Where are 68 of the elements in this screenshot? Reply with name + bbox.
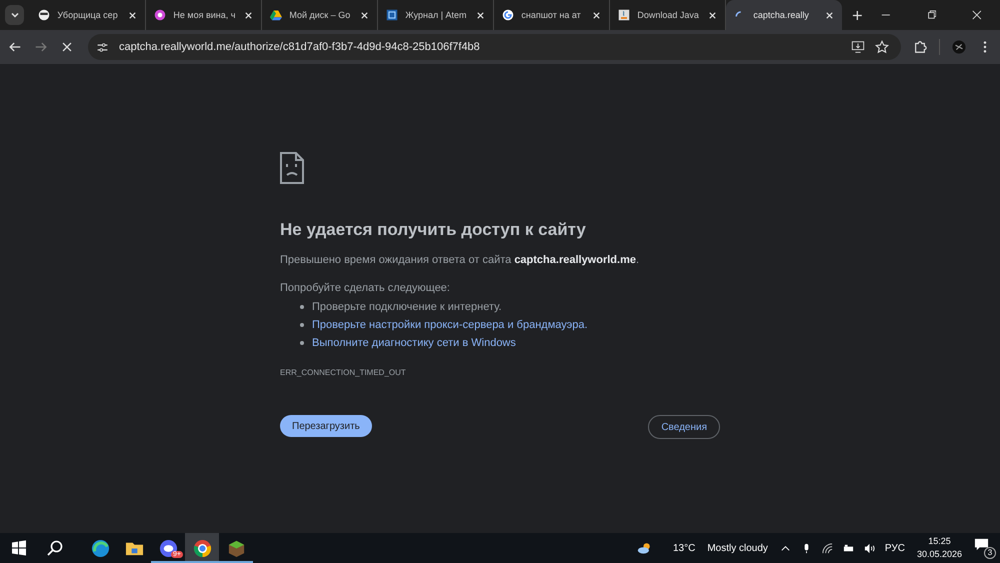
suggestions-title: Попробуйте сделать следующее: bbox=[280, 282, 451, 294]
chevron-down-icon bbox=[10, 10, 20, 20]
language-indicator[interactable]: РУС bbox=[884, 542, 905, 554]
triangle-icon bbox=[270, 9, 282, 21]
speaker-icon[interactable] bbox=[864, 542, 875, 554]
bullet-icon bbox=[300, 305, 304, 309]
java-icon bbox=[618, 9, 630, 21]
close-icon[interactable] bbox=[708, 10, 718, 20]
url-text: captcha.reallyworld.me/authorize/c81d7af0-f3b7-4d9d-94c8-25b106f7f4b8 bbox=[119, 41, 480, 53]
tab-title: Уборщица сер bbox=[57, 10, 119, 20]
avatar-icon bbox=[38, 9, 50, 21]
square-icon bbox=[386, 9, 398, 21]
back-icon[interactable] bbox=[8, 40, 22, 54]
new-tab-icon[interactable] bbox=[852, 10, 863, 20]
clock[interactable]: 15:25 30.05.2026 bbox=[916, 535, 962, 561]
wifi-icon[interactable] bbox=[822, 542, 833, 554]
notifications-button[interactable]: 3 bbox=[974, 537, 996, 559]
tab-title: Не моя вина, ч bbox=[173, 10, 236, 20]
close-icon[interactable] bbox=[592, 10, 602, 20]
search-icon[interactable] bbox=[47, 540, 63, 556]
battery-icon[interactable] bbox=[842, 542, 854, 554]
weather-condition[interactable]: Mostly cloudy bbox=[707, 542, 768, 554]
error-message: Превышено время ожидания ответа от сайта captcha.reallyworld.me. bbox=[280, 254, 640, 266]
message-icon bbox=[974, 537, 989, 552]
tab-title: captcha.really bbox=[753, 10, 810, 20]
site-settings-icon bbox=[96, 40, 109, 54]
details-button[interactable]: Сведения bbox=[648, 415, 720, 439]
puzzle-icon[interactable] bbox=[913, 40, 927, 54]
error-code: ERR_CONNECTION_TIMED_OUT bbox=[280, 368, 407, 377]
close-icon[interactable] bbox=[476, 10, 486, 20]
suggestion-link[interactable]: Проверьте настройки прокси-сервера и брандмауэра. bbox=[312, 319, 588, 331]
restore-icon[interactable] bbox=[926, 10, 936, 20]
taskbar-app[interactable] bbox=[185, 533, 219, 563]
weather-cloud-icon[interactable] bbox=[637, 540, 653, 556]
star-icon[interactable] bbox=[875, 40, 889, 54]
tab-title: Журнал | Atem bbox=[405, 10, 468, 20]
close-icon[interactable] bbox=[972, 10, 982, 20]
bullet-icon bbox=[300, 323, 304, 327]
tab-title: Download Java bbox=[637, 10, 700, 20]
tab-search-button[interactable] bbox=[5, 5, 24, 25]
flower-icon bbox=[154, 9, 166, 21]
temperature[interactable]: 13°C bbox=[673, 542, 696, 554]
suggestion-text: Проверьте подключение к интернету. bbox=[312, 301, 502, 313]
time: 15:25 bbox=[928, 535, 951, 548]
profile-icon[interactable] bbox=[952, 40, 966, 54]
close-icon[interactable] bbox=[244, 10, 254, 20]
address-bar[interactable]: captcha.reallyworld.me/authorize/c81d7af0-f3b7-4d9d-94c8-25b106f7f4b8 bbox=[88, 34, 901, 60]
sad-page-icon bbox=[280, 152, 304, 184]
install-icon[interactable] bbox=[851, 40, 865, 54]
notification-count: 3 bbox=[984, 547, 996, 559]
close-icon[interactable] bbox=[128, 10, 138, 20]
tab-title: Мой диск – Go bbox=[289, 10, 352, 20]
edge-icon bbox=[90, 538, 110, 558]
suggestion-link[interactable]: Выполните диагностику сети в Windows bbox=[312, 337, 516, 349]
close-icon[interactable] bbox=[360, 10, 370, 20]
browser-tab[interactable]: captcha.really bbox=[726, 0, 842, 30]
reload-button[interactable]: Перезагрузить bbox=[280, 415, 372, 437]
tab-title: снапшот на ат bbox=[521, 10, 582, 20]
google-icon bbox=[502, 9, 514, 21]
forward-icon[interactable] bbox=[34, 40, 48, 54]
windows-start-icon[interactable] bbox=[11, 540, 27, 556]
stop-icon[interactable] bbox=[60, 40, 74, 54]
grass-block-icon bbox=[226, 538, 246, 558]
date: 30.05.2026 bbox=[916, 548, 962, 561]
error-heading: Не удается получить доступ к сайту bbox=[280, 220, 587, 240]
bullet-icon bbox=[300, 341, 304, 345]
close-icon[interactable] bbox=[825, 10, 834, 20]
chrome-icon bbox=[192, 538, 212, 558]
